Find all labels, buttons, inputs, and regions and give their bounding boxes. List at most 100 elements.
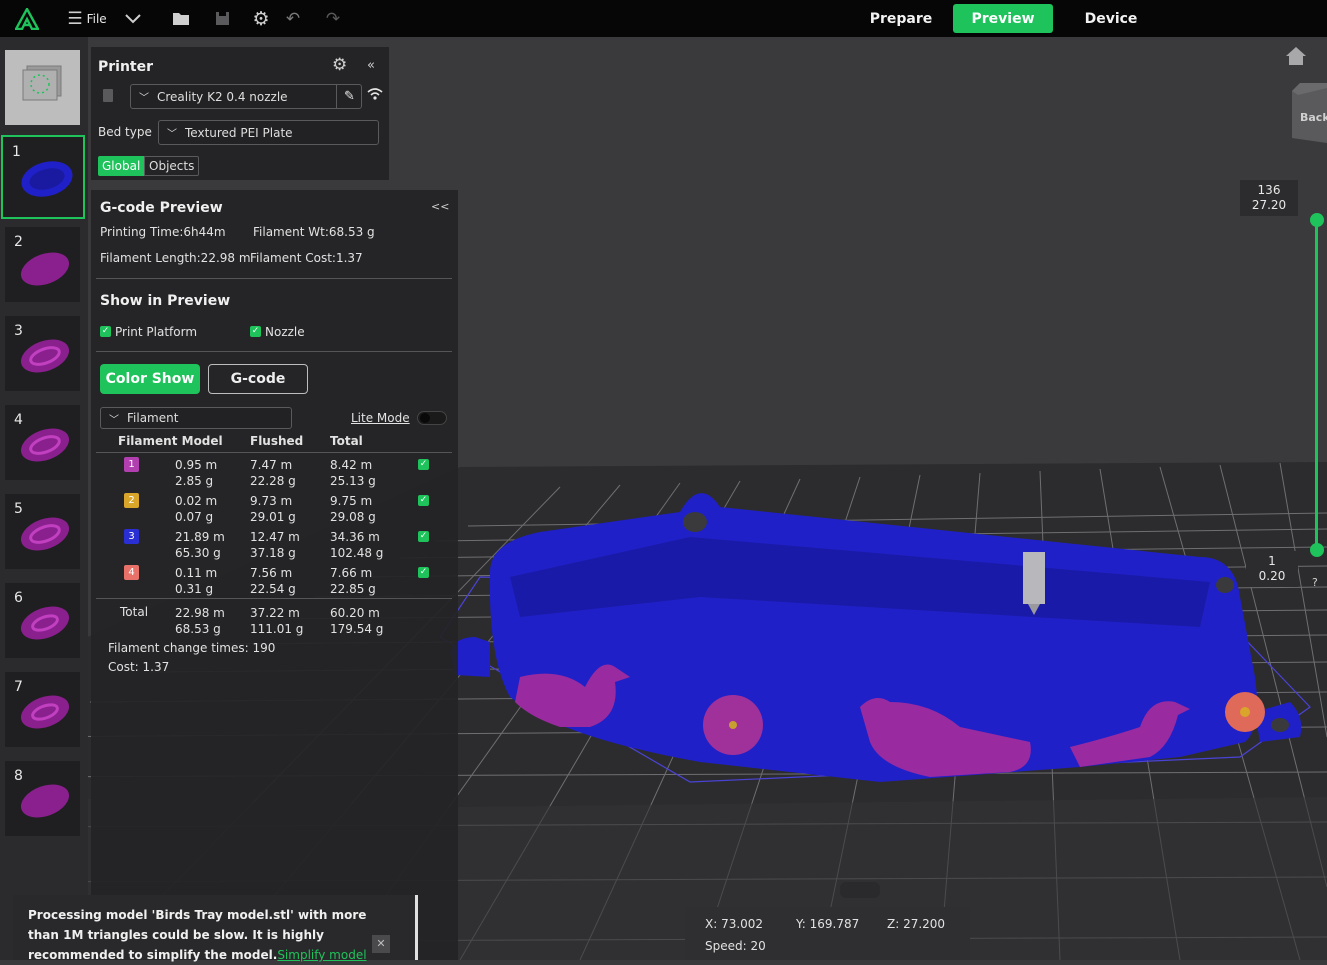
tab-preview[interactable]: Preview — [953, 4, 1053, 33]
filament-weight: Filament Wt:68.53 g — [253, 225, 375, 239]
view-cube[interactable]: Back — [1292, 83, 1327, 143]
col-flushed: Flushed — [250, 434, 304, 448]
close-icon[interactable]: ✕ — [372, 935, 390, 953]
chevron-down-icon: ﹀ — [167, 129, 177, 140]
table-row-2-model: 0.02 m 0.07 g — [175, 494, 218, 524]
collapse-icon[interactable]: « — [367, 58, 375, 73]
print-platform-label: Print Platform — [115, 325, 198, 339]
position-readout: X: 73.002 Y: 169.787 Z: 27.200 Speed: 20 — [685, 907, 970, 960]
col-total: Total — [330, 434, 363, 448]
filament-badge-4: 4 — [124, 565, 139, 580]
file-menu-button[interactable]: ☰ File — [64, 0, 110, 37]
color-show-button[interactable]: Color Show — [100, 364, 200, 394]
divider — [96, 452, 452, 453]
printer-model-value: Creality K2 0.4 nozzle — [157, 89, 288, 104]
global-tab[interactable]: Global — [98, 156, 145, 176]
table-row-1-flushed: 7.47 m 22.28 g — [250, 458, 296, 488]
view-type-select[interactable]: ﹀ Filament — [100, 407, 292, 429]
total-cost: Cost: 1.37 — [108, 660, 170, 674]
plate-thumbnail-5[interactable]: 5 — [5, 494, 80, 569]
nozzle-checkbox[interactable]: ✓ — [250, 326, 261, 337]
total-label: Total — [120, 605, 149, 619]
notification-message: Processing model 'Birds Tray model.stl' … — [28, 908, 367, 962]
print-platform-checkbox[interactable]: ✓ — [100, 326, 111, 337]
bed-type-select[interactable]: ﹀ Textured PEI Plate — [158, 120, 379, 145]
nozzle-model — [1023, 552, 1045, 604]
chevron-down-icon: ﹀ — [109, 414, 119, 426]
coord-z: Z: 27.200 — [887, 917, 946, 931]
table-row-4-flushed: 7.56 m 22.54 g — [250, 566, 296, 596]
filament-cost: Filament Cost:1.37 — [250, 251, 363, 265]
plate-thumbnail-7[interactable]: 7 — [5, 672, 80, 747]
table-row-2-total: 9.75 m 29.08 g — [330, 494, 376, 524]
layer-slider-top-handle[interactable] — [1310, 213, 1324, 227]
filament-3-checkbox[interactable]: ✓ — [418, 531, 429, 542]
view-type-value: Filament — [127, 411, 179, 425]
redo-icon[interactable]: ↷ — [320, 0, 346, 37]
lite-mode-toggle[interactable] — [417, 411, 447, 425]
filament-1-checkbox[interactable]: ✓ — [418, 459, 429, 470]
plate-thumbnail-all[interactable] — [5, 50, 80, 125]
plate-thumbnail-3[interactable]: 3 — [5, 316, 80, 391]
coord-x: X: 73.002 — [705, 917, 764, 931]
nozzle-label: Nozzle — [265, 325, 305, 339]
filament-length: Filament Length:22.98 m — [100, 251, 251, 265]
plate-thumbnail-8[interactable]: 8 — [5, 761, 80, 836]
layer-slider-bottom-handle[interactable] — [1310, 543, 1324, 557]
layer-top-number: 136 — [1257, 183, 1281, 197]
plate-thumbnail-4[interactable]: 4 — [5, 405, 80, 480]
file-menu-label: File — [86, 11, 107, 26]
total-flushed: 37.22 m 111.01 g — [250, 606, 304, 636]
lite-mode-label: Lite Mode — [351, 411, 410, 425]
table-row-3-flushed: 12.47 m 37.18 g — [250, 530, 300, 560]
total-total: 60.20 m 179.54 g — [330, 606, 384, 636]
table-row-3-model: 21.89 m 65.30 g — [175, 530, 225, 560]
filament-4-checkbox[interactable]: ✓ — [418, 567, 429, 578]
show-in-preview-title: Show in Preview — [100, 293, 231, 309]
bed-type-label: Bed type — [98, 125, 152, 139]
layer-slider-track[interactable] — [1315, 220, 1318, 550]
home-icon[interactable] — [1285, 46, 1307, 70]
open-folder-icon[interactable] — [168, 0, 194, 37]
table-row-1-total: 8.42 m 25.13 g — [330, 458, 376, 488]
speed-readout: Speed: 20 — [705, 939, 766, 953]
tab-device[interactable]: Device — [1070, 4, 1152, 33]
filament-2-checkbox[interactable]: ✓ — [418, 495, 429, 506]
collapse-icon[interactable]: << — [431, 200, 449, 213]
chevron-down-icon[interactable] — [120, 0, 146, 37]
chevron-down-icon: ﹀ — [139, 93, 149, 104]
table-row-3-total: 34.36 m 102.48 g — [330, 530, 384, 560]
tab-prepare[interactable]: Prepare — [860, 4, 942, 33]
layer-bottom-number: 1 — [1268, 554, 1276, 568]
filament-badge-1: 1 — [124, 457, 139, 472]
printer-settings-icon[interactable]: ⚙ — [332, 55, 347, 75]
printer-icon — [103, 89, 113, 102]
gear-icon[interactable]: ⚙ — [248, 0, 274, 37]
layer-top-label: 136 27.20 — [1240, 180, 1298, 216]
objects-tab[interactable]: Objects — [144, 156, 200, 176]
table-row-1-model: 0.95 m 2.85 g — [175, 458, 218, 488]
printing-time: Printing Time:6h44m — [100, 225, 226, 239]
printer-select[interactable]: ﹀ Creality K2 0.4 nozzle — [130, 84, 362, 109]
filament-badge-2: 2 — [124, 493, 139, 508]
layer-bottom-height: 0.20 — [1258, 569, 1286, 583]
plate-thumbnail-1[interactable]: 1 — [1, 135, 85, 219]
divider — [96, 598, 452, 599]
edit-printer-icon[interactable]: ✎ — [336, 84, 362, 109]
notification-toast: Processing model 'Birds Tray model.stl' … — [13, 895, 418, 962]
help-icon[interactable]: ? — [1312, 576, 1318, 589]
divider — [96, 351, 452, 352]
filament-badge-3: 3 — [124, 529, 139, 544]
gcode-preview-panel: G-code Preview << Printing Time:6h44m Fi… — [91, 190, 458, 960]
table-row-4-model: 0.11 m 0.31 g — [175, 566, 218, 596]
wifi-icon[interactable] — [367, 87, 383, 105]
coord-y: Y: 169.787 — [796, 917, 860, 931]
plate-thumbnail-2[interactable]: 2 — [5, 227, 80, 302]
save-icon[interactable] — [209, 0, 235, 37]
undo-icon[interactable]: ↶ — [280, 0, 306, 37]
gcode-button[interactable]: G-code — [208, 364, 308, 394]
layer-bottom-label: 1 0.20 — [1246, 551, 1298, 587]
top-toolbar: ☰ File ⚙ ↶ ↷ Prepare Preview Device — [0, 0, 1327, 37]
app-logo-icon — [12, 0, 42, 37]
plate-thumbnail-6[interactable]: 6 — [5, 583, 80, 658]
